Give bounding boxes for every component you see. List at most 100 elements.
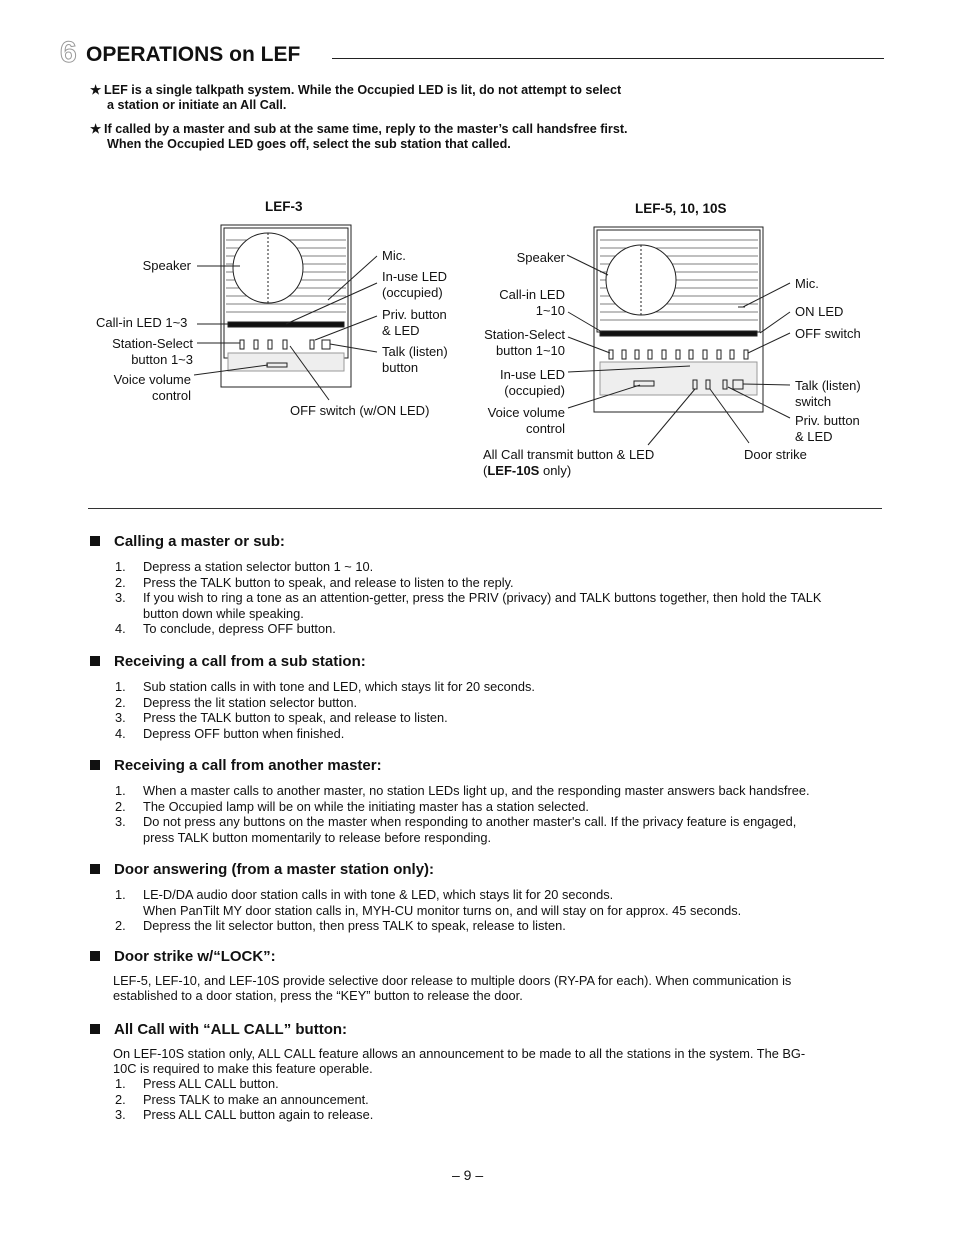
- list-item: 1. Press ALL CALL button.: [90, 1076, 890, 1092]
- list-text: Press the TALK button to speak, and rele…: [143, 710, 448, 725]
- label-line: (occupied): [504, 383, 565, 398]
- list-text: button down while speaking.: [143, 605, 304, 621]
- lef5-volume-label: Voice volume control: [488, 405, 565, 437]
- label-line: control: [151, 388, 191, 403]
- lef5-door-label: Door strike: [744, 447, 807, 462]
- square-bullet-icon: [90, 760, 100, 770]
- label-line: button 1~10: [495, 343, 565, 358]
- list-text: press TALK button momentarily to release…: [143, 829, 492, 845]
- list-item: 3. Press the TALK button to speak, and re…: [90, 710, 890, 726]
- lef5-off-label: OFF switch: [795, 326, 861, 341]
- lef3-off-label: OFF switch (w/ON LED): [290, 403, 430, 418]
- section-heading: Door answering (from a master station on…: [90, 861, 890, 879]
- list-text: Depress a station selector button 1 ~ 10…: [143, 559, 374, 574]
- list-item: 2. Depress the lit station selector butto…: [90, 695, 890, 711]
- label-part: only): [539, 463, 572, 478]
- section: Calling a master or sub: 1. Depress a stat…: [90, 533, 890, 637]
- square-bullet-icon: [90, 656, 100, 666]
- lef5-title: LEF-5, 10, 10S: [635, 201, 727, 216]
- square-bullet-icon: [90, 1024, 100, 1034]
- list-text: Sub station calls in with tone and LED, …: [143, 679, 535, 694]
- page-number: – 9 –: [452, 1167, 484, 1183]
- label-line: (occupied): [382, 285, 443, 300]
- list-number: 1.: [115, 559, 126, 574]
- label-line: Talk (listen): [382, 344, 448, 359]
- section-heading-text: Calling a master or sub:: [114, 533, 285, 550]
- label-model: LEF-10S: [487, 463, 540, 478]
- section-heading: Receiving a call from a sub station:: [90, 653, 890, 671]
- list-number: 3.: [115, 710, 126, 725]
- lef3-callin-label: Call-in LED 1~3: [96, 315, 188, 330]
- list-text: To conclude, depress OFF button.: [143, 621, 336, 636]
- list-number: 3.: [115, 590, 126, 605]
- label-line: & LED: [382, 323, 420, 338]
- list-text: Press TALK to make an announcement.: [143, 1091, 369, 1107]
- list-text: The Occupied lamp will be on while the i…: [143, 798, 589, 814]
- label-line: button: [382, 360, 419, 375]
- list-number: 2.: [115, 798, 126, 814]
- section: Door strike w/“LOCK”: LEF-5, LEF-10, and …: [90, 948, 890, 1003]
- lef5-station-select-label: Station-Select button 1~10: [484, 327, 565, 359]
- section-heading-text: Receiving a call from another master:: [114, 757, 382, 774]
- lef3-mic-label: Mic.: [382, 248, 406, 263]
- list-item: 4. Depress OFF button when finished.: [90, 726, 890, 742]
- section-heading: Receiving a call from another master:: [90, 757, 890, 775]
- label-line: switch: [795, 394, 832, 409]
- lef5-inuse-label: In-use LED (occupied): [500, 367, 565, 399]
- list-item: 1. Depress a station selector button 1 ~ …: [90, 559, 890, 575]
- list-item: 4. To conclude, depress OFF button.: [90, 621, 890, 637]
- square-bullet-icon: [90, 864, 100, 874]
- list-number: 1.: [115, 1076, 126, 1091]
- list-text: Depress the lit station selector button.: [143, 694, 358, 710]
- list-text: Press ALL CALL button again to release.: [143, 1107, 374, 1122]
- lef3-speaker-label: Speaker: [142, 258, 191, 273]
- list-text: LE-D/DA audio door station calls in with…: [143, 887, 614, 902]
- list-item: 1. When a master calls to another master,…: [90, 783, 890, 799]
- list-text: When a master calls to another master, n…: [143, 783, 810, 798]
- list-number: 2.: [115, 918, 126, 933]
- label-line: In-use LED: [382, 269, 448, 284]
- divider: [88, 508, 882, 509]
- lef5-allcall-label: All Call transmit button & LED (LEF-10S o…: [483, 447, 654, 479]
- list-text: Depress OFF button when finished.: [143, 725, 345, 741]
- list-item: 3. Do not press any buttons on the master…: [90, 814, 890, 845]
- list-item: 1. LE-D/DA audio door station calls in wi…: [90, 887, 890, 918]
- list-text: If you wish to ring a tone as an attenti…: [143, 590, 822, 605]
- label-line: Station-Select: [484, 327, 565, 342]
- label-line: button 1~3: [131, 352, 193, 367]
- label-line: Voice volume: [113, 372, 191, 387]
- list-item: 2. Press the TALK button to speak, and re…: [90, 575, 890, 591]
- label-line: In-use LED: [499, 367, 565, 382]
- lef3-station-select-label: Station-Select button 1~3: [112, 336, 193, 368]
- section-heading: All Call with “ALL CALL” button:: [90, 1021, 890, 1039]
- label-line: & LED: [795, 429, 833, 444]
- lef5-callin-label: Call-in LED 1~10: [499, 287, 565, 319]
- list-number: 2.: [115, 574, 126, 590]
- lef3-volume-label: Voice volume control: [114, 372, 191, 404]
- list-number: 4.: [115, 621, 126, 636]
- list-item: 1. Sub station calls in with tone and LED…: [90, 679, 890, 695]
- section-heading-text: Door strike w/“LOCK”:: [114, 948, 276, 965]
- list-number: 4.: [115, 725, 126, 741]
- section-heading: Door strike w/“LOCK”:: [90, 948, 890, 966]
- label-line: 1~10: [535, 303, 565, 318]
- paragraph-line: LEF-5, LEF-10, and LEF-10S provide selec…: [113, 973, 792, 988]
- list-text: Press ALL CALL button.: [143, 1076, 279, 1091]
- label-line: Priv. button: [382, 307, 447, 322]
- lef5-priv-label: Priv. button & LED: [795, 413, 860, 445]
- section: Door answering (from a master station on…: [90, 861, 890, 934]
- lef3-priv-label: Priv. button & LED: [382, 307, 447, 339]
- paragraph-line: 10C is required to make this feature ope…: [113, 1060, 373, 1076]
- list-text: Do not press any buttons on the master w…: [143, 814, 797, 829]
- label-line: Priv. button: [795, 413, 860, 428]
- paragraph-line: established to a door station, press the…: [113, 987, 523, 1003]
- list-number: 1.: [115, 783, 126, 798]
- paragraph-line: On LEF-10S station only, ALL CALL featur…: [113, 1046, 806, 1061]
- list-number: 1.: [115, 679, 126, 694]
- section-heading-text: Door answering (from a master station on…: [114, 861, 435, 878]
- label-line: Voice volume: [487, 405, 565, 420]
- list-number: 2.: [115, 694, 126, 710]
- list-text: Depress the lit selector button, then pr…: [143, 918, 566, 933]
- list-item: 3. Press ALL CALL button again to release…: [90, 1107, 890, 1123]
- lef5-on-led-label: ON LED: [795, 304, 844, 319]
